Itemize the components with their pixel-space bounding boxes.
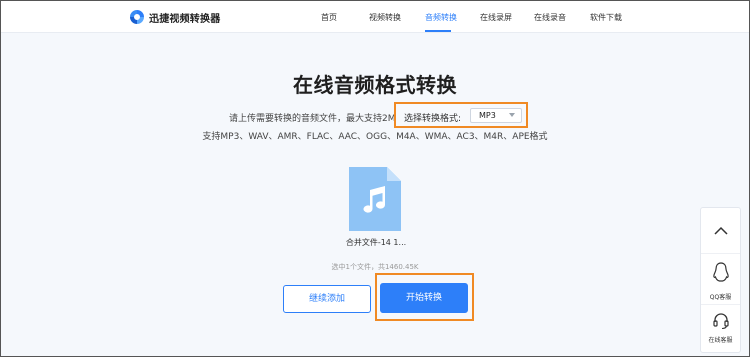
format-selector-group: 选择转换格式: MP3	[394, 102, 528, 128]
selection-summary: 选中1个文件，共1460.45K	[331, 263, 419, 271]
upload-hint: 请上传需要转换的音频文件，最大支持2M	[229, 114, 396, 124]
brand-logo-icon	[130, 10, 144, 24]
nav-home[interactable]: 首页	[321, 12, 337, 23]
format-select[interactable]: MP3	[470, 108, 522, 123]
headset-icon	[713, 313, 729, 330]
format-select-value: MP3	[479, 111, 496, 120]
nav-audio-convert[interactable]: 音频转换	[425, 12, 457, 23]
online-service-button[interactable]: 在线客服	[701, 306, 740, 352]
nav-software-download[interactable]: 软件下载	[590, 12, 622, 23]
continue-add-button[interactable]: 继续添加	[283, 285, 371, 313]
music-file-icon[interactable]	[347, 165, 403, 233]
file-name: 合并文件-14 1...	[345, 238, 407, 247]
brand-logo[interactable]: 迅捷视频转换器	[129, 9, 220, 25]
nav-audio-record[interactable]: 在线录音	[534, 12, 566, 23]
top-navigation-bar: 迅捷视频转换器 首页 视频转换 音频转换 在线录屏 在线录音 软件下载	[1, 1, 749, 33]
chevron-up-icon	[714, 226, 728, 235]
dropdown-caret-icon	[509, 113, 515, 117]
start-convert-button[interactable]: 开始转换	[380, 283, 468, 313]
back-to-top-button[interactable]	[701, 208, 740, 254]
active-nav-indicator	[425, 30, 451, 32]
online-service-label: 在线客服	[708, 337, 733, 344]
side-service-panel: QQ客服 在线客服	[700, 207, 741, 353]
nav-screen-record[interactable]: 在线录屏	[480, 12, 512, 23]
qq-service-button[interactable]: QQ客服	[701, 255, 740, 305]
qq-service-label: QQ客服	[709, 294, 732, 301]
qq-penguin-icon	[713, 262, 729, 282]
supported-formats: 支持MP3、WAV、AMR、FLAC、AAC、OGG、M4A、WMA、AC3、M…	[202, 132, 548, 142]
nav-video-convert[interactable]: 视频转换	[369, 12, 401, 23]
brand-name: 迅捷视频转换器	[149, 13, 221, 25]
format-label: 选择转换格式:	[404, 114, 462, 124]
page-title: 在线音频格式转换	[293, 73, 457, 97]
